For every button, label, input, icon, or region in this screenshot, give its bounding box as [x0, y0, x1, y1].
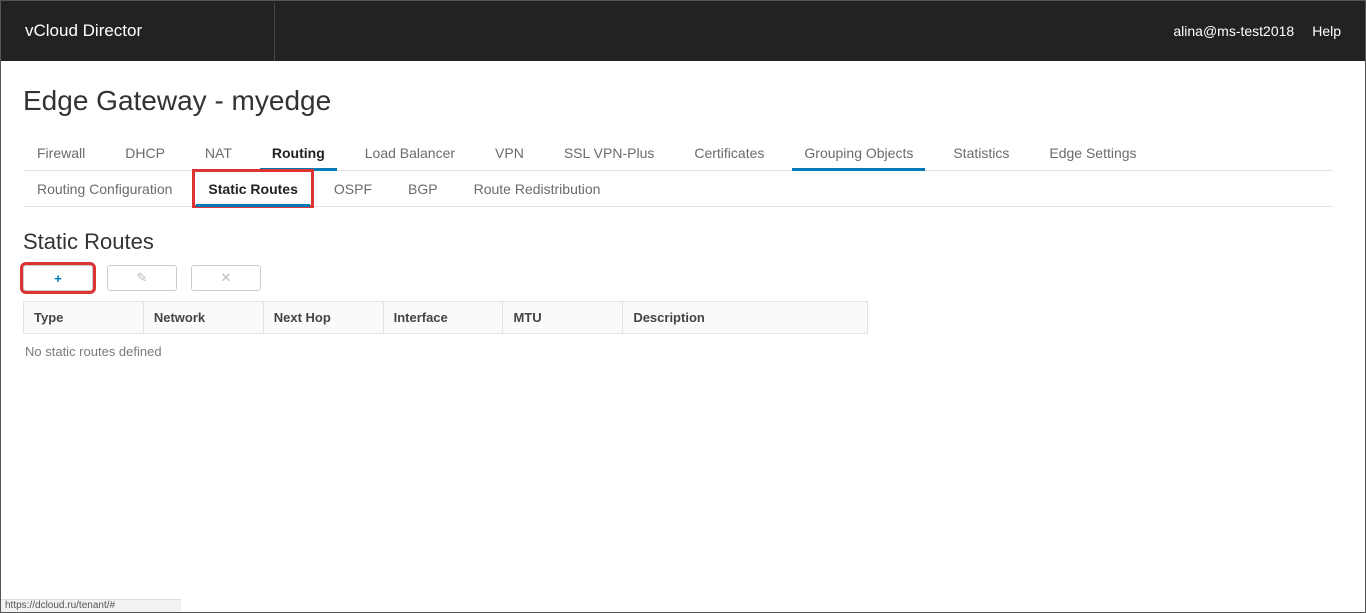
tab-load-balancer[interactable]: Load Balancer: [351, 135, 469, 170]
main-scroll[interactable]: Edge Gateway - myedge Firewall DHCP NAT …: [1, 61, 1355, 599]
page-title: Edge Gateway - myedge: [23, 85, 1333, 117]
tab-ssl-vpn-plus[interactable]: SSL VPN-Plus: [550, 135, 669, 170]
sub-tabs: Routing Configuration Static Routes OSPF…: [23, 171, 1333, 207]
tab-nat[interactable]: NAT: [191, 135, 246, 170]
empty-message: No static routes defined: [23, 334, 1333, 369]
col-network[interactable]: Network: [143, 302, 263, 334]
edit-button[interactable]: ✎: [107, 265, 177, 291]
tab-routing[interactable]: Routing: [258, 135, 339, 170]
table-header-row: Type Network Next Hop Interface MTU Desc…: [24, 302, 868, 334]
routes-table: Type Network Next Hop Interface MTU Desc…: [23, 301, 868, 334]
tab-vpn[interactable]: VPN: [481, 135, 538, 170]
subtab-ospf[interactable]: OSPF: [320, 171, 386, 206]
brand-title: vCloud Director: [25, 21, 142, 41]
add-button[interactable]: +: [23, 265, 93, 291]
subtab-static-routes[interactable]: Static Routes: [194, 171, 311, 206]
primary-tabs: Firewall DHCP NAT Routing Load Balancer …: [23, 135, 1333, 171]
tab-firewall[interactable]: Firewall: [23, 135, 99, 170]
col-next-hop[interactable]: Next Hop: [263, 302, 383, 334]
edit-icon: ✎: [137, 270, 148, 286]
toolbar: + ✎ ✕: [23, 265, 1333, 291]
tab-statistics[interactable]: Statistics: [939, 135, 1023, 170]
content-area: Edge Gateway - myedge Firewall DHCP NAT …: [1, 61, 1355, 369]
top-bar: vCloud Director alina@ms-test2018 Help: [1, 1, 1365, 61]
delete-icon: ✕: [221, 270, 232, 286]
tab-edge-settings[interactable]: Edge Settings: [1035, 135, 1150, 170]
subtab-routing-configuration[interactable]: Routing Configuration: [23, 171, 186, 206]
col-mtu[interactable]: MTU: [503, 302, 623, 334]
col-type[interactable]: Type: [24, 302, 144, 334]
col-interface[interactable]: Interface: [383, 302, 503, 334]
subtab-route-redistribution[interactable]: Route Redistribution: [460, 171, 615, 206]
tab-certificates[interactable]: Certificates: [680, 135, 778, 170]
user-area: alina@ms-test2018 Help: [1173, 23, 1341, 39]
delete-button[interactable]: ✕: [191, 265, 261, 291]
help-link[interactable]: Help: [1312, 23, 1341, 39]
plus-icon: +: [54, 271, 62, 286]
user-menu[interactable]: alina@ms-test2018: [1173, 23, 1294, 39]
tab-grouping-objects[interactable]: Grouping Objects: [790, 135, 927, 170]
section-title: Static Routes: [23, 229, 1333, 255]
col-description[interactable]: Description: [623, 302, 868, 334]
subtab-bgp[interactable]: BGP: [394, 171, 452, 206]
tab-dhcp[interactable]: DHCP: [111, 135, 179, 170]
status-bar: https://dcloud.ru/tenant/#: [1, 599, 181, 612]
